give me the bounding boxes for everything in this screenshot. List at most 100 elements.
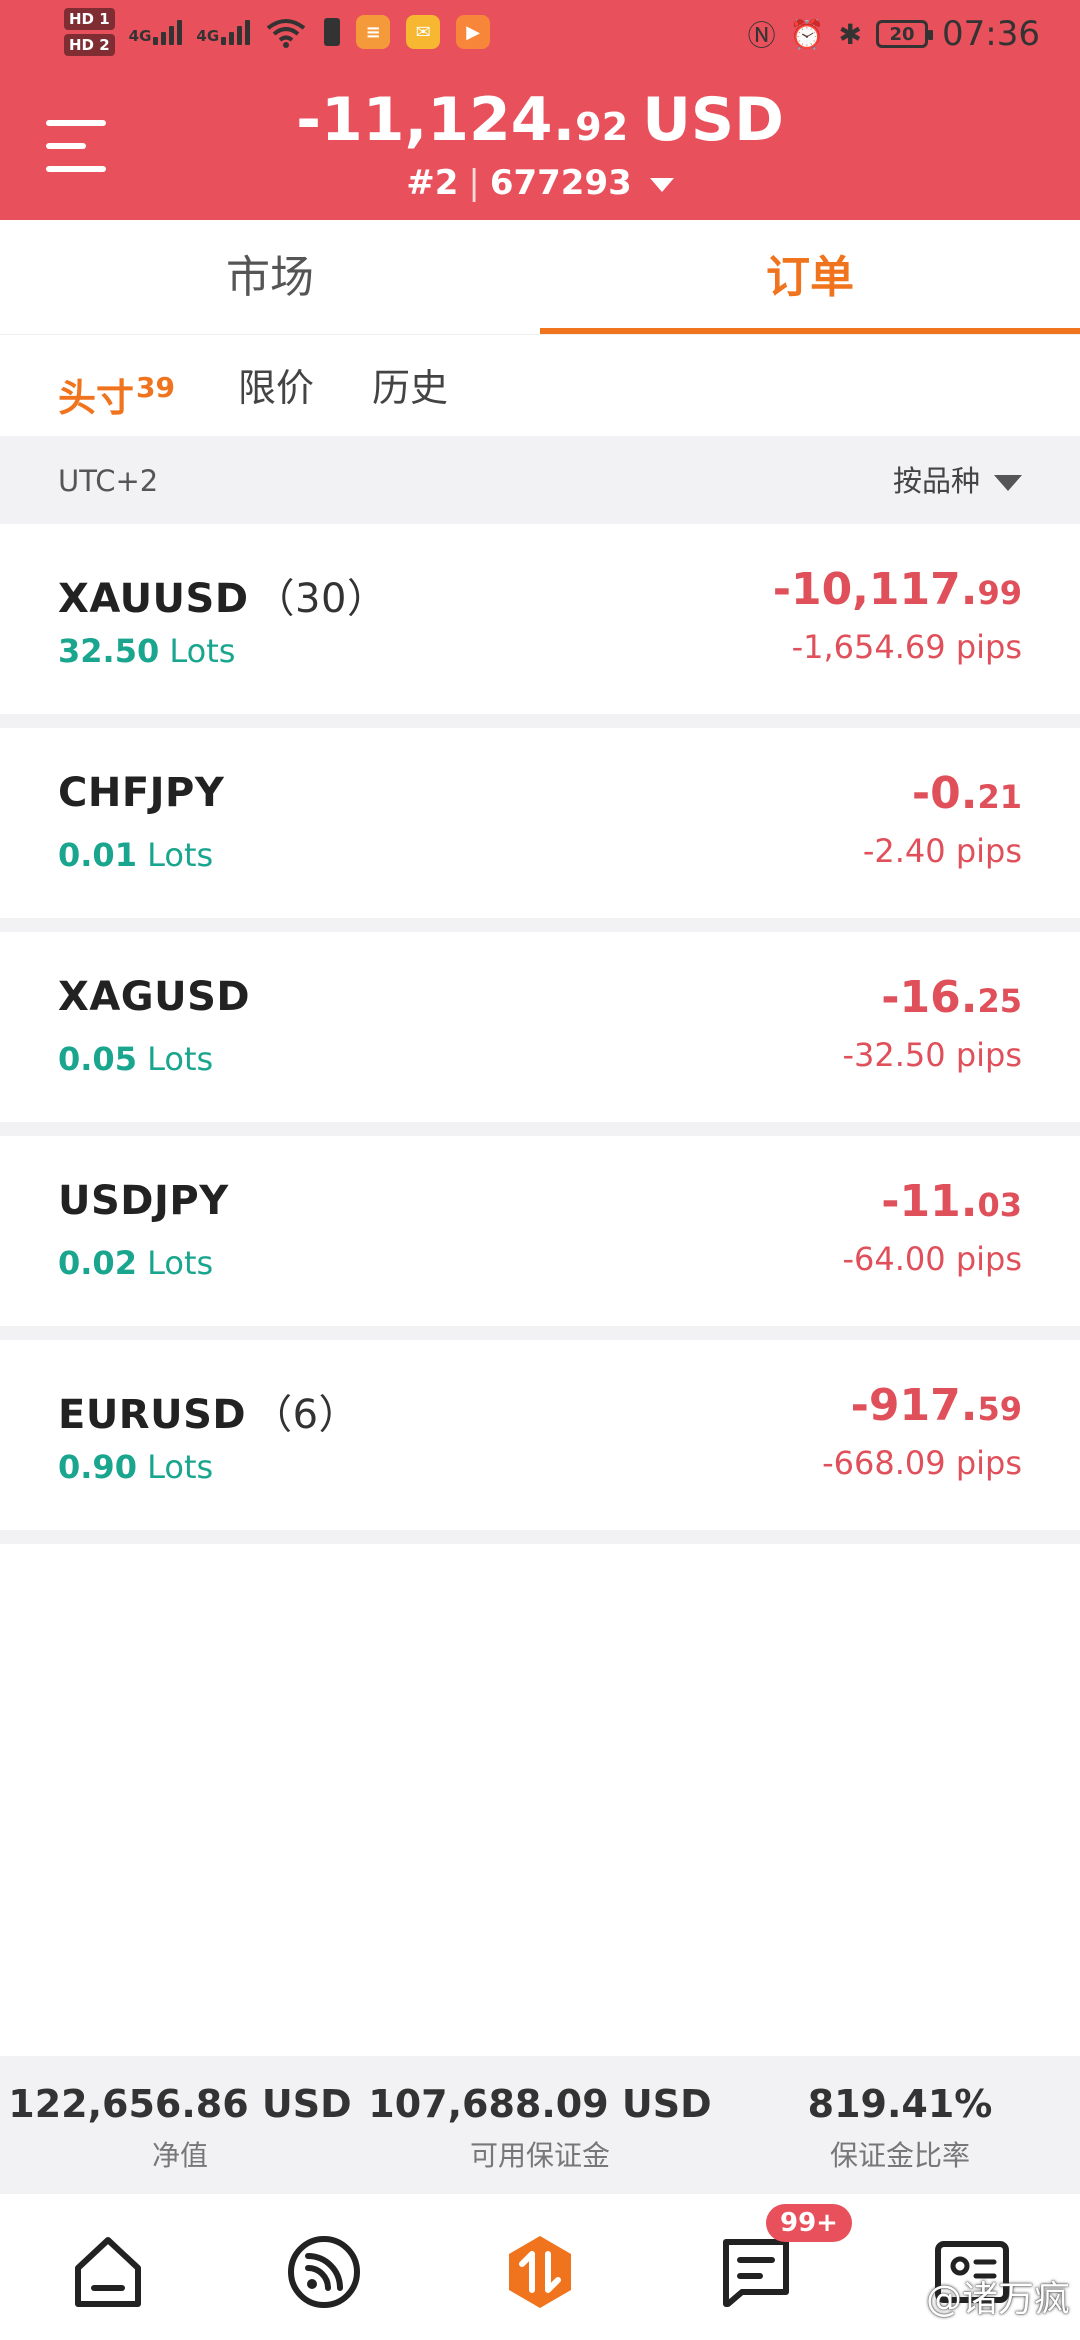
pnl-main: -917. <box>850 1380 978 1431</box>
messages-badge: 99+ <box>766 2204 852 2242</box>
equity-label: 净值 <box>151 2139 208 2172</box>
position-lots: 0.01 Lots <box>58 836 213 874</box>
signal-bars-1-icon <box>153 19 183 45</box>
timezone-label: UTC+2 <box>58 464 159 498</box>
balance-main: -11,124. <box>296 85 576 155</box>
tab-market[interactable]: 市场 <box>0 220 540 334</box>
position-row[interactable]: CHFJPY 0.01 Lots -0.21 -2.40 pips <box>0 728 1080 918</box>
pnl-decimals: 03 <box>977 1186 1022 1224</box>
notification-app-icon-1: ≡ <box>356 15 391 49</box>
position-lots: 0.90 Lots <box>58 1448 213 1486</box>
lots-value: 0.02 <box>58 1244 137 1282</box>
margin-level-value: 819.41% <box>807 2082 993 2126</box>
position-pnl: -0.21 <box>912 768 1022 819</box>
video-notification-icon: ▶ <box>456 15 491 49</box>
margin-level-summary: 819.41% 保证金比率 <box>720 2056 1080 2194</box>
lots-unit: Lots <box>169 632 236 670</box>
position-pnl: -10,117.99 <box>773 564 1022 615</box>
hd-badge-1: HD 1 <box>64 8 115 30</box>
positions-count-badge: 39 <box>136 371 175 404</box>
position-row[interactable]: USDJPY 0.02 Lots -11.03 -64.00 pips <box>0 1136 1080 1326</box>
status-bar-right: Ⓝ ⏰ ✱ 20 07:36 <box>748 14 1040 54</box>
lots-unit: Lots <box>147 1244 214 1282</box>
alarm-icon: ⏰ <box>789 17 825 51</box>
feed-icon[interactable] <box>284 2232 364 2312</box>
sort-label: 按品种 <box>892 464 980 498</box>
status-bar: HD 1 HD 2 4G 4G ≡ ✉ ▶ Ⓝ ⏰ ✱ 20 07:36 <box>0 0 1080 72</box>
pnl-decimals: 25 <box>977 982 1022 1020</box>
lots-unit: Lots <box>147 1448 214 1486</box>
pnl-main: -10,117. <box>772 564 978 615</box>
messages-icon[interactable] <box>716 2232 796 2312</box>
margin-level-label: 保证金比率 <box>829 2139 970 2172</box>
wifi-icon <box>266 19 306 48</box>
account-summary: 122,656.86 USD 净值 107,688.09 USD 可用保证金 8… <box>0 2056 1080 2194</box>
position-symbol: CHFJPY <box>58 770 230 816</box>
lots-unit: Lots <box>147 836 214 874</box>
pnl-main: -16. <box>881 972 978 1023</box>
tab-positions[interactable]: 头寸39 <box>58 335 175 451</box>
home-icon[interactable] <box>68 2232 148 2312</box>
lots-value: 0.05 <box>58 1040 137 1078</box>
balance-currency: USD <box>642 85 784 155</box>
account-separator: | <box>468 163 480 203</box>
sort-dropdown-icon <box>994 475 1022 491</box>
lots-value: 0.90 <box>58 1448 137 1486</box>
tab-orders[interactable]: 订单 <box>540 220 1080 334</box>
position-count: （6） <box>252 1392 360 1438</box>
position-pips: -2.40 pips <box>862 832 1022 870</box>
account-prefix: #2 <box>406 163 459 203</box>
position-row[interactable]: XAUUSD （30） 32.50 Lots -10,117.99 -1,654.… <box>0 524 1080 714</box>
pnl-decimals: 59 <box>977 1390 1022 1428</box>
trade-icon[interactable] <box>500 2232 580 2312</box>
lots-value: 0.01 <box>58 836 137 874</box>
pnl-decimals: 99 <box>977 574 1022 612</box>
free-margin-value: 107,688.09 USD <box>368 2082 712 2126</box>
bluetooth-icon: ✱ <box>838 17 863 51</box>
lots-value: 32.50 <box>58 632 160 670</box>
equity-summary: 122,656.86 USD 净值 <box>0 2056 360 2194</box>
signal-2: 4G <box>196 19 251 45</box>
position-symbol: USDJPY <box>58 1178 235 1224</box>
position-symbol: XAGUSD <box>58 974 256 1020</box>
position-pips: -32.50 pips <box>842 1036 1022 1074</box>
tab-positions-label: 头寸 <box>58 376 135 420</box>
signal-1: 4G <box>129 19 183 45</box>
account-dropdown-icon[interactable] <box>649 177 674 192</box>
position-pnl: -917.59 <box>851 1380 1022 1431</box>
position-lots: 0.02 Lots <box>58 1244 213 1282</box>
tab-limit-orders[interactable]: 限价 <box>238 335 314 441</box>
position-symbol: EURUSD （6） <box>58 1382 359 1440</box>
account-number: 677293 <box>489 163 632 203</box>
mail-notification-icon: ✉ <box>406 15 441 49</box>
position-count: （30） <box>254 576 388 622</box>
lots-unit: Lots <box>147 1040 214 1078</box>
position-row[interactable]: XAGUSD 0.05 Lots -16.25 -32.50 pips <box>0 932 1080 1122</box>
bottom-navigation: 99+ @诸万疯 <box>0 2194 1080 2340</box>
free-margin-summary: 107,688.09 USD 可用保证金 <box>360 2056 720 2194</box>
pnl-decimals: 21 <box>977 778 1022 816</box>
account-selector[interactable]: #2 | 677293 <box>0 160 1080 206</box>
equity-value: 122,656.86 USD <box>8 2082 352 2126</box>
position-symbol: XAUUSD （30） <box>58 566 387 624</box>
network-type-2: 4G <box>196 27 220 45</box>
position-row[interactable]: EURUSD （6） 0.90 Lots -917.59 -668.09 pips <box>0 1340 1080 1530</box>
network-type-1: 4G <box>128 27 152 45</box>
sub-tabs: 头寸39 限价 历史 <box>0 334 1080 436</box>
sort-by-symbol-dropdown[interactable]: 按品种 <box>893 436 1022 526</box>
account-balance: -11,124.92 USD <box>0 86 1080 169</box>
balance-decimals: 92 <box>575 105 629 149</box>
status-bar-left: HD 1 HD 2 4G 4G ≡ ✉ ▶ <box>64 8 491 56</box>
position-lots: 32.50 Lots <box>58 632 235 670</box>
position-pips: -1,654.69 pips <box>791 628 1022 666</box>
position-pips: -668.09 pips <box>822 1444 1022 1482</box>
position-pnl: -16.25 <box>881 972 1022 1023</box>
pnl-main: -0. <box>911 768 978 819</box>
clock-time: 07:36 <box>942 14 1040 54</box>
symbol-name: USDJPY <box>58 1178 229 1224</box>
battery-icon: 20 <box>876 20 934 48</box>
symbol-name: EURUSD <box>58 1392 247 1438</box>
symbol-name: XAGUSD <box>58 974 251 1020</box>
position-pips: -64.00 pips <box>842 1240 1022 1278</box>
tab-history[interactable]: 历史 <box>372 335 448 441</box>
